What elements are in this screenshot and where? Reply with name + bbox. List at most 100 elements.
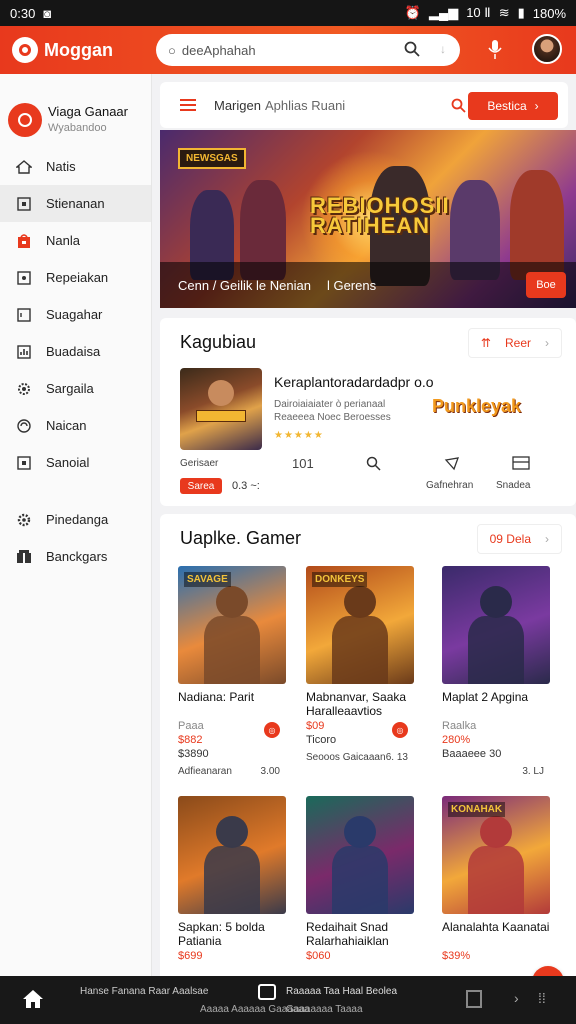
game-character-head [216,586,248,618]
offer-badge-icon: ◎ [392,722,408,738]
featured-badge[interactable]: Sarea [180,478,222,494]
sidebar-item-label: Naican [46,418,87,433]
featured-thumbnail[interactable] [180,368,262,450]
battery-icon: ▮ [517,5,525,20]
game-card[interactable]: Maplat 2 Apgina Raalka 280% Baaaeee 30 3. LJ [442,566,550,777]
chevron-right-icon[interactable]: › [514,990,519,1006]
game-character-body [204,846,260,914]
settings-icon [16,381,32,397]
rating-stars: ★★★★★ [274,430,324,441]
menu-icon[interactable]: ⁞⁞ [538,990,546,1006]
sidebar-item-5[interactable]: Buadaisa [0,333,151,370]
game-footer-value: 6. 13 [385,752,408,763]
sidebar-item-9[interactable]: Pinedanga [0,501,151,538]
sidebar-item-8[interactable]: Sanoial [0,444,151,481]
game-art[interactable]: SAVAGE [178,566,286,684]
search-submit-icon[interactable] [404,41,420,57]
alarm-icon: ⏰ [404,5,421,20]
square-icon [16,455,32,471]
featured-version: 0.3 ~: [232,480,260,492]
sidebar-item-label: Suagahar [46,307,103,322]
content-topbar: Marigen Aphlias Ruani Bestica › [160,82,568,128]
featured-title[interactable]: Keraplantoradardadpr o.o [274,374,434,390]
tag-icon [16,270,32,286]
battery-level: 180% [532,5,566,21]
chart-icon [16,344,32,360]
tv-icon[interactable] [258,984,276,1000]
voice-small-icon[interactable]: ↓ [440,42,446,56]
game-footer-value: 3.00 [260,766,280,777]
bottom-bar: Hanse Fanana Raar Aaalsae Aaaaa Aaaaaa G… [0,976,576,1024]
search-input[interactable]: ○ deeAphahah ↓ [156,34,460,66]
sidebar-item-1[interactable]: Stienanan [0,185,151,222]
game-art[interactable] [306,796,414,914]
hero-button[interactable]: Boe [526,272,566,298]
bag-icon [16,233,32,249]
app-logo[interactable]: Moggan [12,37,113,63]
game-art[interactable] [442,566,550,684]
window-icon[interactable] [512,456,530,470]
game-price: $699 [178,950,203,962]
featured-heading: Kagubiau [180,332,257,352]
bottom-text: Raaaaa Taa Haal Beolea [286,986,398,997]
games-card: Uaplke. Gamer 09 Dela › SAVAGE Nadiana: Pa… [160,514,576,976]
sidebar-item-label: Repeiakan [46,270,109,285]
share-icon[interactable] [444,456,460,471]
game-art[interactable]: KONAHAK [442,796,550,914]
game-character-body [204,616,260,684]
profile-name: Viaga Ganaar [48,104,128,119]
sidebar: Viaga Ganaar Wyabandoo Natis Stienanan Nanl… [0,74,152,976]
game-card[interactable]: SAVAGE Nadiana: Parit Paaa $882 $3890 Adfiean… [178,566,286,777]
sidebar-divider [0,481,151,501]
sidebar-item-label: Sanoial [46,455,90,470]
game-art[interactable]: DONKEYS [306,566,414,684]
game-art[interactable] [178,796,286,914]
topbar-title: Marigen [214,97,261,113]
sidebar-item-6[interactable]: Sargaila [0,370,151,407]
game-card[interactable]: Sapkan: 5 bolda Patiania $699 [178,796,286,962]
logo-icon [12,37,38,63]
bottom-text: Gaaaaaaa Taaaa [286,1004,363,1015]
sidebar-item-10[interactable]: Banckgars [0,538,151,575]
featured-more-button[interactable]: ⇈ Reer › [467,328,562,358]
topbar-search-icon[interactable] [451,98,466,113]
sidebar-item-4[interactable]: Suagahar [0,296,151,333]
game-card[interactable]: Redaihait Snad Ralarhahiaiklan $060 [306,796,414,962]
featured-meta-row: Gerisaer 101 Gafnehran Snadea [180,456,560,491]
game-art-logo: DONKEYS [312,572,368,587]
microphone-icon[interactable] [488,40,502,60]
sidebar-item-3[interactable]: Repeiakan [0,259,151,296]
game-character-body [468,616,524,684]
status-right: 10 Ⅱ [466,5,491,20]
user-avatar[interactable] [532,34,562,64]
sidebar-item-label: Nanla [46,233,80,248]
featured-card: Kagubiau ⇈ Reer › Keraplantoradardadpr o.o… [160,318,576,506]
topbar-subtitle: Aphlias Ruani [264,97,346,113]
sidebar-item-2[interactable]: Nanla [0,222,151,259]
game-character-head [480,816,512,848]
game-character-body [332,616,388,684]
games-more-button[interactable]: 09 Dela › [476,524,562,554]
sidebar-profile[interactable]: Viaga Ganaar Wyabandoo [0,74,151,144]
sidebar-item-7[interactable]: Naican [0,407,151,444]
hamburger-icon[interactable] [180,99,196,111]
recent-apps-icon[interactable] [466,990,482,1008]
game-footer-value: 3. LJ [522,766,544,777]
topbar-action-button[interactable]: Bestica › [468,92,558,120]
featured-description: Dairoiaiaiater ò perianaal Reaeeea Noec … [274,399,391,423]
search-icon[interactable] [366,456,381,471]
game-card[interactable]: KONAHAK Alanalahta Kaanatai $39% [442,796,550,962]
fab-button[interactable]: ↗ [532,966,564,976]
sidebar-item-label: Banckgars [46,549,108,564]
game-art-logo: KONAHAK [448,802,506,817]
main-content: Marigen Aphlias Ruani Bestica › NEWSGAS RE… [152,74,576,976]
profile-icon [8,103,42,137]
game-character-head [216,816,248,848]
home-icon[interactable] [22,989,44,1009]
game-name: Nadiana: Parit [178,690,255,704]
game-footer: Adfieanaran 3.00 [178,766,286,777]
game-card[interactable]: DONKEYS Mabnanvar, Saaka Haralleaavtios $0… [306,566,414,763]
games-heading: Uaplke. Gamer [180,528,302,548]
hero-banner[interactable]: NEWSGAS REBIOHOSII RATIHEAN Cenn / Geilik… [160,130,576,308]
sidebar-item-0[interactable]: Natis [0,148,151,185]
